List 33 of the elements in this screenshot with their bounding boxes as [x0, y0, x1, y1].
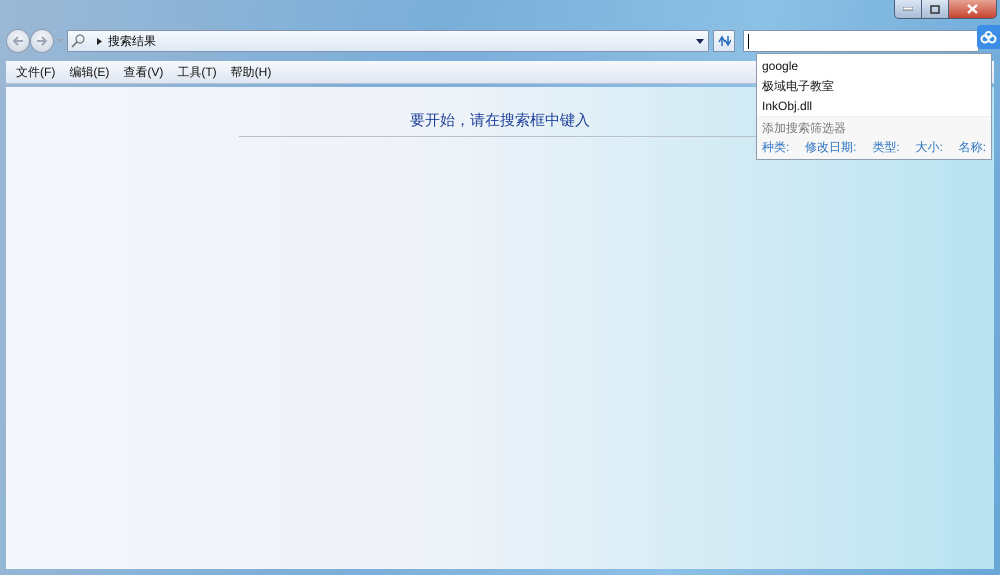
address-bar[interactable]: 搜索结果 [67, 30, 709, 52]
menu-item[interactable]: 帮助(H) [224, 64, 278, 80]
menu-item[interactable]: 编辑(E) [62, 64, 116, 80]
filter-link[interactable]: 名称: [958, 140, 986, 154]
filter-link[interactable]: 大小: [915, 140, 943, 154]
search-icon [71, 34, 85, 48]
dropdown-arrow-icon[interactable] [696, 38, 704, 44]
filter-link[interactable]: 修改日期: [805, 140, 856, 154]
cloud-button[interactable] [977, 25, 1000, 49]
address-path: 搜索结果 [108, 32, 157, 50]
menu-item[interactable]: 查看(V) [116, 64, 170, 80]
menu-item[interactable]: 文件(F) [9, 64, 62, 80]
close-icon [967, 4, 978, 14]
chevron-icon [97, 38, 102, 44]
filter-link[interactable]: 种类: [762, 140, 790, 154]
search-field[interactable] [743, 30, 979, 52]
refresh-button[interactable] [713, 30, 735, 52]
cloud-icon [980, 30, 997, 44]
instruction-text: 要开始，请在搜索框中键入 [410, 111, 590, 131]
back-arrow-icon [12, 36, 24, 46]
suggestion-item[interactable]: InkObj.dll [762, 98, 991, 114]
refresh-arrows-icon [717, 35, 731, 47]
forward-arrow-icon [36, 36, 48, 46]
maximize-icon [930, 4, 940, 14]
suggestion-item[interactable]: 极域电子教室 [762, 78, 991, 94]
minimize-button[interactable] [895, 0, 922, 18]
maximize-button[interactable] [922, 0, 949, 18]
filter-link[interactable]: 类型: [872, 140, 900, 154]
close-button[interactable] [949, 0, 996, 18]
minimize-icon [903, 7, 913, 11]
suggestion-item[interactable]: google [762, 58, 991, 74]
filter-heading: 添加搜索筛选器 [762, 121, 847, 135]
menu-item[interactable]: 工具(T) [170, 64, 224, 80]
